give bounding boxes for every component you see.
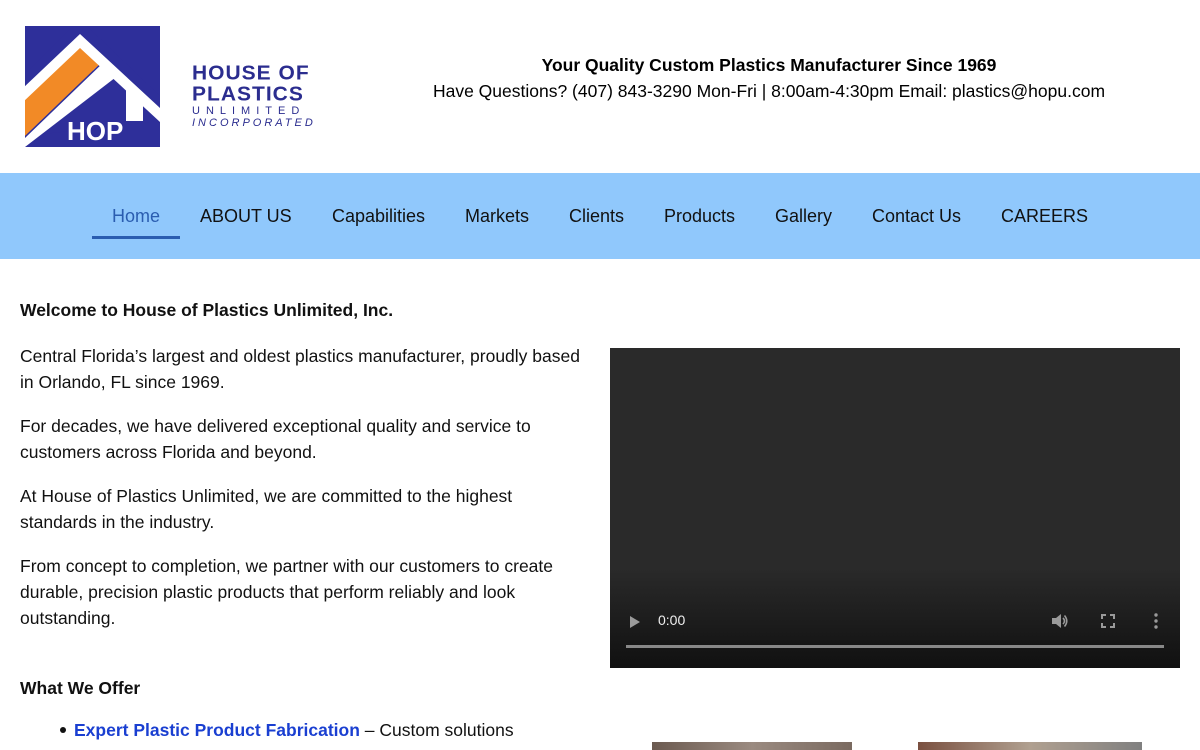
offer-link-fabrication[interactable]: Expert Plastic Product Fabrication — [74, 720, 360, 740]
what-we-offer-heading: What We Offer — [20, 678, 141, 698]
logo-line-incorporated: INCORPORATED — [192, 117, 316, 129]
nav-active-underline — [92, 236, 180, 239]
bullet-icon — [60, 727, 66, 733]
nav-item-contact-us[interactable]: Contact Us — [872, 206, 961, 227]
nav-item-capabilities[interactable]: Capabilities — [332, 206, 425, 227]
nav-item-products[interactable]: Products — [664, 206, 735, 227]
logo-line-house-of: HOUSE OF — [192, 62, 310, 85]
video-progress-bar[interactable] — [626, 645, 1164, 648]
header-contact-line: Have Questions? (407) 843-3290 Mon-Fri |… — [432, 81, 1106, 101]
logo-line-plastics: PLASTICS — [192, 83, 304, 106]
hop-logo-icon[interactable]: HOP — [23, 26, 160, 152]
list-item: Expert Plastic Product Fabrication – Cus… — [20, 720, 514, 741]
nav-item-about-us[interactable]: ABOUT US — [200, 206, 292, 227]
intro-paragraph-1: Central Florida’s largest and oldest pla… — [20, 346, 580, 392]
logo-mark-text: HOP — [67, 116, 123, 146]
fullscreen-icon[interactable] — [1101, 614, 1115, 633]
video-time: 0:00 — [658, 612, 686, 628]
site-header: HOP HOUSE OF PLASTICS UNLIMITED INCORPOR… — [0, 0, 1200, 173]
nav-item-clients[interactable]: Clients — [569, 206, 624, 227]
video-controls-gradient — [610, 568, 1180, 668]
gallery-thumbnail[interactable] — [652, 742, 852, 750]
header-tagline: Your Quality Custom Plastics Manufacture… — [541, 55, 997, 75]
logo-wordmark[interactable]: HOUSE OF PLASTICS UNLIMITED INCORPORATED — [192, 63, 352, 129]
nav-item-gallery[interactable]: Gallery — [775, 206, 832, 227]
nav-item-markets[interactable]: Markets — [465, 206, 529, 227]
video-player[interactable]: 0:00 — [610, 348, 1180, 668]
nav-item-home[interactable]: Home — [112, 206, 160, 227]
play-icon[interactable] — [629, 615, 641, 634]
gallery-thumbnail[interactable] — [918, 742, 1142, 750]
intro-paragraph-4: From concept to completion, we partner w… — [20, 556, 554, 628]
logo-line-unlimited: UNLIMITED — [192, 105, 306, 117]
nav-item-careers[interactable]: CAREERS — [1001, 206, 1088, 227]
main-nav: Home ABOUT US Capabilities Markets Clien… — [0, 173, 1200, 259]
more-options-icon[interactable] — [1154, 613, 1158, 634]
offer-list: Expert Plastic Product Fabrication – Cus… — [20, 720, 514, 741]
intro-paragraph-3: At House of Plastics Unlimited, we are c… — [20, 486, 513, 532]
intro-paragraph-2: For decades, we have delivered exception… — [20, 416, 531, 462]
offer-description: – Custom solutions — [359, 720, 514, 740]
volume-icon[interactable] — [1051, 613, 1069, 634]
welcome-heading: Welcome to House of Plastics Unlimited, … — [20, 300, 394, 320]
